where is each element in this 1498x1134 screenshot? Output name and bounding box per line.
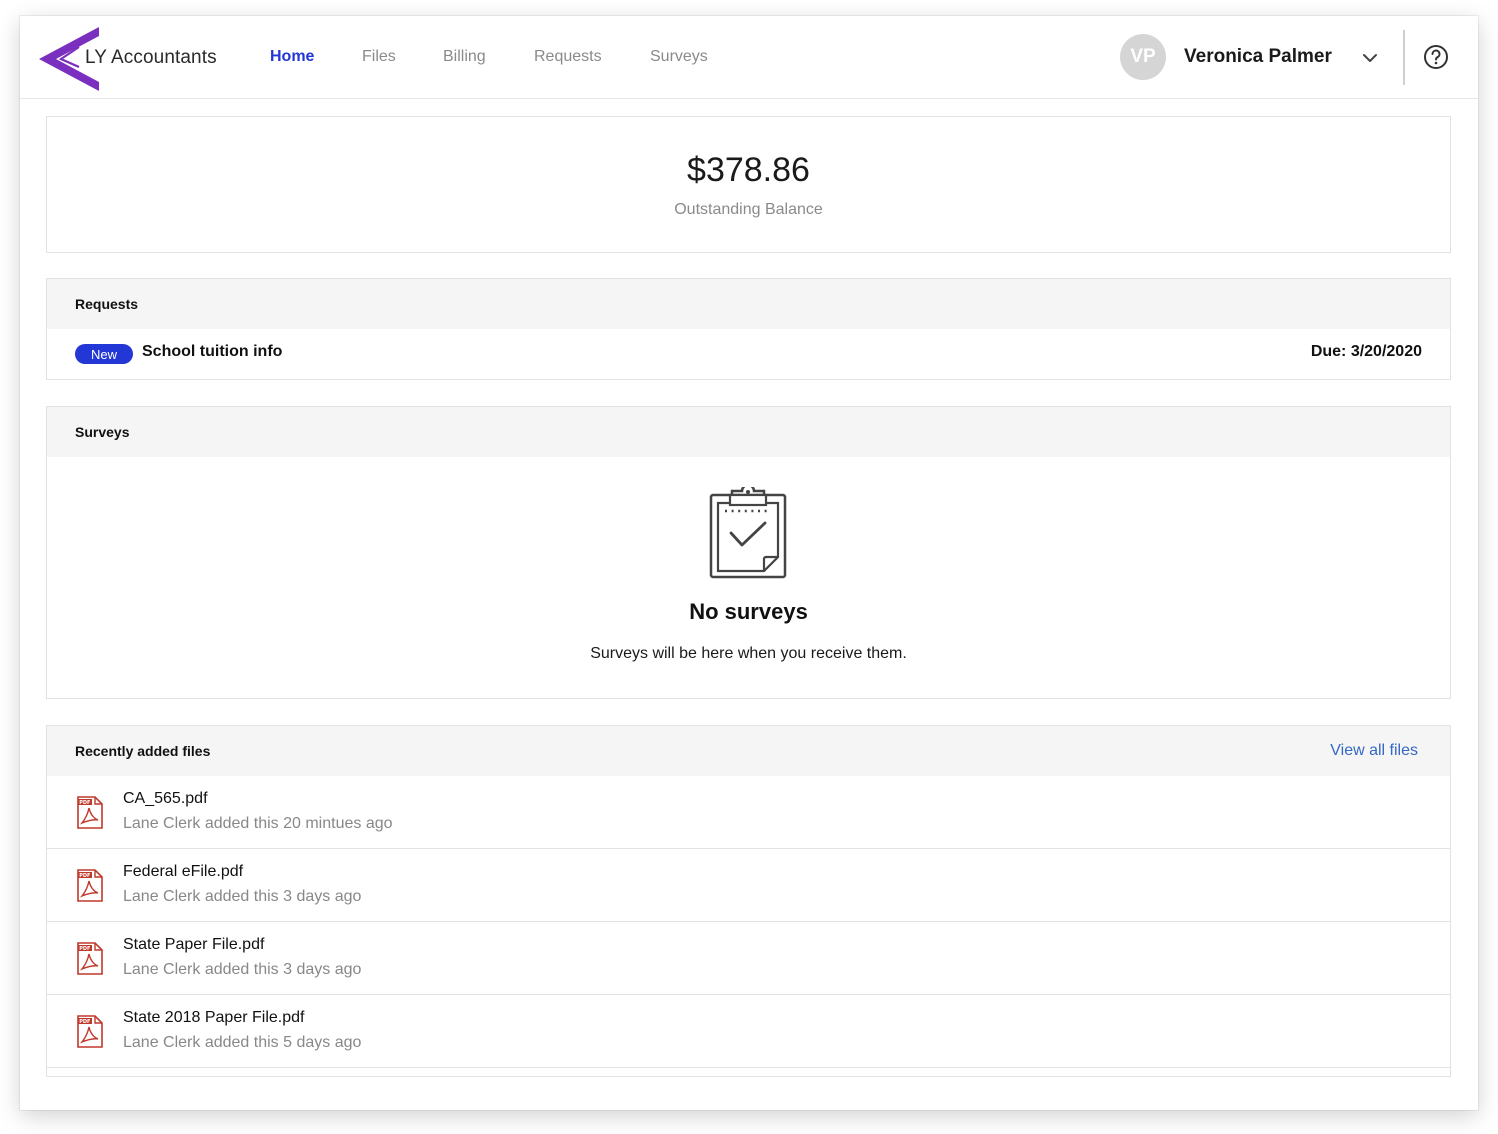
nav-billing[interactable]: Billing [443,48,486,66]
files-heading: Recently added files [75,743,211,759]
nav-requests[interactable]: Requests [534,48,602,66]
file-row[interactable]: PDF State Paper File.pdf Lane Clerk adde… [47,922,1450,995]
file-name[interactable]: State Paper File.pdf [123,936,264,954]
svg-text:PDF: PDF [79,873,90,879]
svg-text:PDF: PDF [79,800,90,806]
files-card-header: Recently added files View all files [47,726,1450,776]
balance-card: $378.86 Outstanding Balance [46,116,1451,253]
balance-amount: $378.86 [687,151,810,189]
clipboard-check-icon [709,487,787,579]
file-row[interactable]: PDF State 2018 Paper File.pdf Lane Clerk… [47,995,1450,1068]
svg-text:PDF: PDF [79,1019,90,1025]
status-badge: New [75,344,133,364]
header-divider [1403,30,1405,85]
file-name[interactable]: Federal eFile.pdf [123,863,243,881]
pdf-file-icon: PDF [77,942,103,975]
file-name[interactable]: CA_565.pdf [123,790,208,808]
balance-label: Outstanding Balance [674,201,823,218]
file-meta: Lane Clerk added this 3 days ago [123,888,362,905]
user-name[interactable]: Veronica Palmer [1184,46,1332,68]
pdf-file-icon: PDF [77,869,103,902]
chevron-down-icon[interactable] [1361,49,1379,67]
user-avatar[interactable]: VP [1120,34,1166,80]
nav-files[interactable]: Files [362,48,396,66]
requests-heading: Requests [47,279,1450,329]
request-title[interactable]: School tuition info [142,343,282,361]
pdf-file-icon: PDF [77,1015,103,1048]
file-meta: Lane Clerk added this 20 mintues ago [123,815,393,832]
file-meta: Lane Clerk added this 3 days ago [123,961,362,978]
top-header: LY Accountants Home Files Billing Reques… [20,16,1478,99]
nav-surveys[interactable]: Surveys [650,48,708,66]
surveys-heading: Surveys [47,407,1450,457]
file-name[interactable]: State 2018 Paper File.pdf [123,1009,304,1027]
brand-logo[interactable]: LY Accountants [39,25,229,93]
empty-state-title: No surveys [689,599,808,624]
help-circle-icon[interactable] [1423,44,1449,70]
view-all-files-link[interactable]: View all files [1330,742,1418,760]
files-card: Recently added files View all files PDF … [46,725,1451,1077]
file-row[interactable]: PDF Federal eFile.pdf Lane Clerk added t… [47,849,1450,922]
pdf-file-icon: PDF [77,796,103,829]
nav-home[interactable]: Home [270,48,314,66]
surveys-card: Surveys No surveys Surveys will be here … [46,406,1451,699]
request-due-date: Due: 3/20/2020 [1310,343,1422,360]
app-window: LY Accountants Home Files Billing Reques… [20,16,1478,1110]
file-meta: Lane Clerk added this 5 days ago [123,1034,362,1051]
empty-state-text: Surveys will be here when you receive th… [590,645,907,662]
brand-name: LY Accountants [85,47,217,68]
svg-text:PDF: PDF [79,946,90,952]
requests-card: Requests New School tuition info Due: 3/… [46,278,1451,380]
file-row[interactable]: PDF CA_565.pdf Lane Clerk added this 20 … [47,776,1450,849]
request-row[interactable]: New School tuition info Due: 3/20/2020 [47,329,1450,379]
